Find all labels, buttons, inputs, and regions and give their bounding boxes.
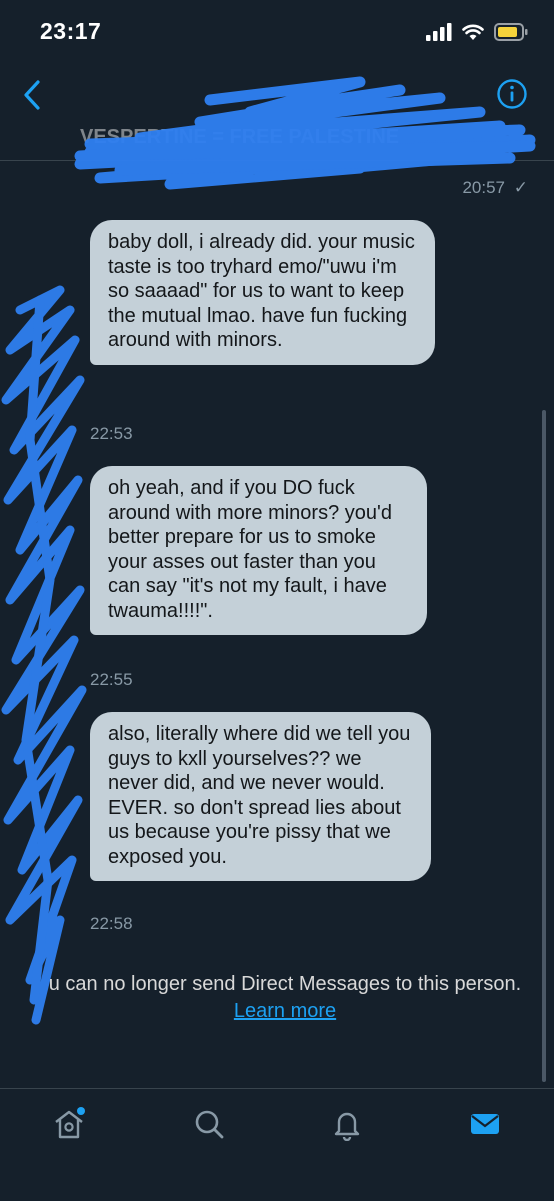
conversation-name[interactable]: VESPERTINE = FREE PALESTINE <box>80 126 470 150</box>
learn-more-link[interactable]: Learn more <box>234 1000 336 1022</box>
message-bubble[interactable]: oh yeah, and if you DO fuck around with … <box>90 466 427 635</box>
wifi-icon <box>462 24 484 40</box>
sent-timestamp: 20:57 ✓ <box>462 178 528 197</box>
messages-icon[interactable] <box>468 1107 502 1141</box>
message-time: 22:58 <box>90 914 133 933</box>
message-text: oh yeah, and if you DO fuck around with … <box>108 477 392 622</box>
message-bubble[interactable]: also, literally where did we tell you gu… <box>90 712 431 881</box>
status-bar: 23:17 <box>0 0 554 64</box>
info-icon[interactable] <box>496 78 528 110</box>
conversation-header: VESPERTINE = FREE PALESTINE <box>0 64 554 161</box>
dm-restriction-notice: u can no longer send Direct Messages to … <box>40 971 530 1025</box>
message-time: 22:53 <box>90 424 133 443</box>
home-icon[interactable] <box>52 1107 86 1141</box>
tab-bar <box>0 1088 554 1201</box>
message-bubble[interactable]: baby doll, i already did. your music tas… <box>90 220 435 365</box>
cellular-signal-icon <box>426 23 452 41</box>
notifications-icon[interactable] <box>330 1107 364 1141</box>
battery-icon <box>494 23 528 41</box>
search-icon[interactable] <box>192 1107 226 1141</box>
message-text: baby doll, i already did. your music tas… <box>108 231 415 351</box>
scrollbar[interactable] <box>542 410 546 1082</box>
status-icons <box>426 20 528 44</box>
sent-check-icon: ✓ <box>513 178 528 197</box>
message-time: 22:55 <box>90 670 133 689</box>
message-text: also, literally where did we tell you gu… <box>108 723 411 868</box>
chevron-left-icon[interactable] <box>18 78 48 112</box>
status-time: 23:17 <box>40 18 102 44</box>
notice-text: u can no longer send Direct Messages to … <box>48 973 522 995</box>
